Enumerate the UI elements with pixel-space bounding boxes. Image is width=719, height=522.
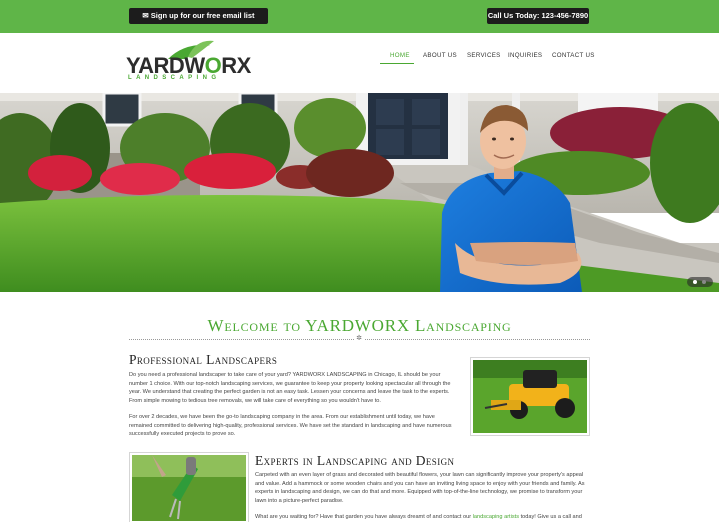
landscaping-artists-link[interactable]: landscaping artists (473, 514, 519, 520)
nav-contact-us[interactable]: CONTACT US (552, 51, 595, 61)
top-bar: ✉ Sign up for our free email list Call U… (0, 0, 719, 33)
nav-services[interactable]: SERVICES (467, 51, 501, 61)
logo-tagline: LANDSCAPING (128, 75, 221, 81)
slide-dot-active[interactable] (693, 280, 697, 284)
divider-ornament-icon: ✲ (354, 335, 364, 343)
gardening-tool-image (132, 455, 246, 521)
nav-about-us[interactable]: ABOUT US (423, 51, 457, 61)
welcome-heading: Welcome to YARDWORX Landscaping (207, 316, 512, 335)
hero-banner (0, 93, 719, 292)
slide-dot[interactable] (702, 280, 706, 284)
email-signup-button[interactable]: ✉ Sign up for our free email list (129, 8, 268, 24)
lawn-mower-image (473, 360, 587, 433)
section1-paragraph-1: Do you need a professional landscaper to… (129, 372, 451, 404)
site-logo[interactable]: YARDWORX LANDSCAPING (126, 39, 251, 85)
section1-paragraph-2: For over 2 decades, we have been the go-… (129, 414, 452, 438)
call-us-button[interactable]: Call Us Today: 123-456-7890 (487, 8, 589, 24)
active-indicator (380, 63, 414, 64)
slider-pagination (687, 277, 713, 287)
section-heading-experts: Experts in Landscaping and Design (255, 453, 455, 468)
section2-paragraph-1: Carpeted with an even layer of grass and… (255, 472, 585, 504)
garden-tool-photo (129, 452, 249, 522)
nav-inquiries[interactable]: INQUIRIES (508, 51, 542, 61)
nav-home[interactable]: HOME (380, 51, 414, 64)
hero-image (0, 93, 719, 292)
mower-photo (470, 357, 590, 436)
site-header: YARDWORX LANDSCAPING HOME ABOUT US SERVI… (0, 33, 719, 93)
section2-paragraph-2: What are you waiting for? Have that gard… (255, 514, 582, 520)
section-heading-professional-landscapers: Professional Landscapers (129, 352, 278, 367)
